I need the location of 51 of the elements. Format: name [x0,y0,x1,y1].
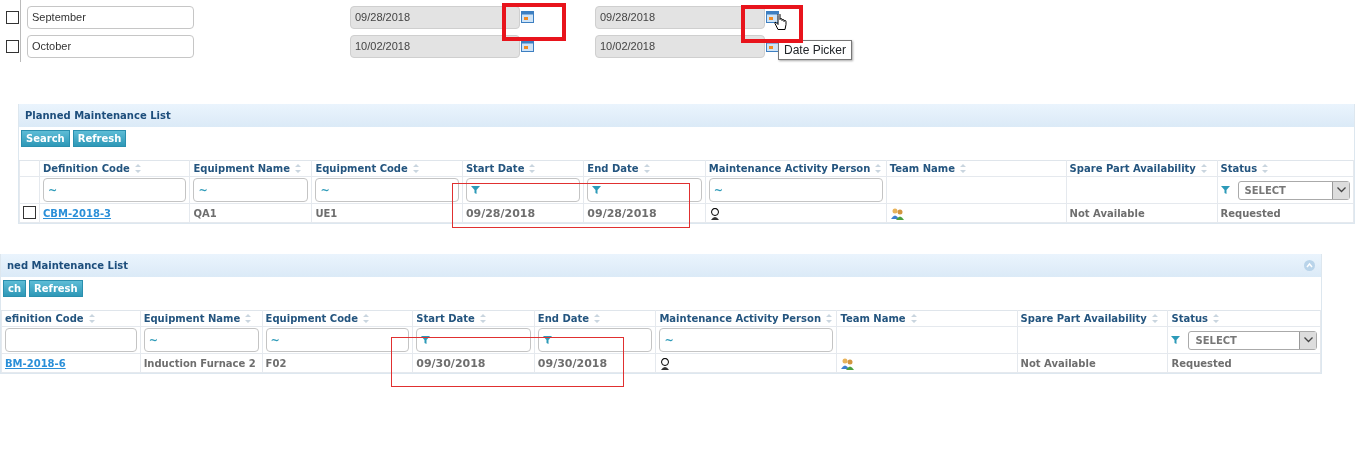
filter-field[interactable] [465,178,581,202]
caret-icon [1303,337,1313,343]
filter-icon[interactable] [592,186,602,194]
table-cell: F02 [265,357,287,369]
month-field[interactable]: September [27,5,194,29]
panel-title: ned Maintenance List [7,260,129,271]
team-icon[interactable] [840,356,855,370]
calendar-icon[interactable] [766,40,779,52]
caret-icon [1336,187,1346,193]
calendar-icon[interactable] [521,40,534,52]
date-cell: 09/30/2018 [537,356,608,370]
person-icon[interactable] [708,206,721,220]
filter-field[interactable] [587,178,702,202]
team-icon[interactable] [889,206,904,220]
filter-icon[interactable] [1171,336,1181,344]
table-cell: Induction Furnace 2 [143,357,256,369]
date-cell: 09/30/2018 [416,356,486,370]
table-cell: UE1 [315,207,338,219]
hand-cursor-icon [774,14,787,32]
filter-icon[interactable] [1220,186,1230,194]
date-cell: 09/28/2018 [587,206,657,220]
checkbox[interactable] [6,10,19,24]
checkbox[interactable] [6,39,19,53]
status-dropdown[interactable]: SELECT [1237,180,1350,200]
date-cell: 09/28/2018 [465,206,536,220]
filter-icon[interactable] [421,336,431,344]
date-field[interactable]: 10/02/2018 [595,34,765,58]
date-field[interactable]: 09/28/2018 [595,5,765,29]
table-cell: Not Available [1020,357,1096,369]
month-field[interactable]: October [27,34,194,58]
highlight-frame [741,5,803,43]
panel-title: Planned Maintenance List [25,110,171,121]
table-cell: Requested [1220,207,1281,219]
filter-field[interactable] [416,328,531,352]
status-dropdown[interactable]: SELECT [1188,330,1317,350]
highlight-frame [502,3,566,41]
filter-field[interactable] [537,328,653,352]
checkbox[interactable] [23,205,36,219]
table-cell: Not Available [1069,207,1145,219]
date-field[interactable]: 10/02/2018 [350,34,520,58]
calendar-icon[interactable] [521,11,534,23]
filter-field[interactable] [5,328,137,352]
filter-icon[interactable] [542,336,552,344]
date-field[interactable]: 09/28/2018 [350,5,520,29]
table-cell: QA1 [193,207,217,219]
tooltip: Date Picker [778,40,853,60]
column-header[interactable]: Status [1171,313,1209,324]
table-cell: Requested [1171,357,1232,369]
person-icon[interactable] [659,356,672,370]
column-header[interactable]: Status [1220,163,1258,174]
filter-icon[interactable] [470,186,480,194]
